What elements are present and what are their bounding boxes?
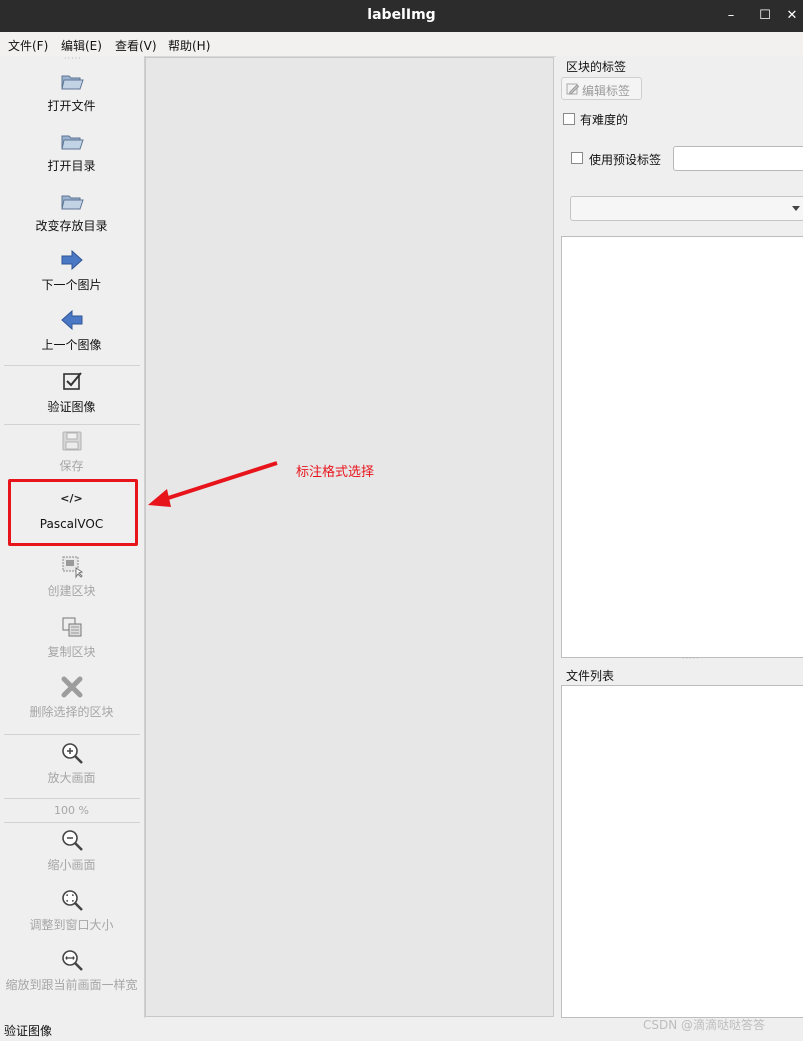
change-save-dir-button[interactable]: 改变存放目录 xyxy=(0,188,143,234)
save-label: 保存 xyxy=(59,459,84,473)
arrow-left-icon xyxy=(60,309,82,331)
edit-label-text: 编辑标签 xyxy=(582,84,631,98)
pencil-icon xyxy=(566,83,580,95)
fit-window-button[interactable]: 调整到窗口大小 xyxy=(0,887,143,933)
create-box-button[interactable]: 创建区块 xyxy=(0,553,143,599)
annotation-arrow-icon xyxy=(148,461,278,507)
toolbar-separator xyxy=(4,424,140,425)
default-label-input[interactable] xyxy=(673,146,803,171)
zoom-in-label: 放大画面 xyxy=(47,771,96,785)
save-icon xyxy=(62,431,81,451)
open-file-button[interactable]: 打开文件 xyxy=(0,68,143,114)
use-default-label-text: 使用预设标签 xyxy=(589,153,662,167)
copy-box-button[interactable]: 复制区块 xyxy=(0,614,143,660)
file-list[interactable] xyxy=(561,685,803,1018)
difficult-checkbox[interactable] xyxy=(563,113,575,125)
verify-image-label: 验证图像 xyxy=(47,400,96,414)
menu-bar: 文件(F) 编辑(E) 查看(V) 帮助(H) xyxy=(0,32,803,57)
toolbar-separator xyxy=(4,365,140,366)
folder-open-icon xyxy=(60,195,84,210)
image-canvas[interactable] xyxy=(145,57,554,1017)
prev-image-button[interactable]: 上一个图像 xyxy=(0,307,143,353)
zoom-out-icon xyxy=(61,830,83,851)
fit-width-label: 缩放到跟当前画面一样宽 xyxy=(5,978,138,992)
toolbar-separator xyxy=(4,822,140,823)
fit-window-label: 调整到窗口大小 xyxy=(29,918,114,932)
minimize-button[interactable]: – xyxy=(721,6,741,26)
copy-box-icon xyxy=(62,617,81,637)
copy-box-label: 复制区块 xyxy=(47,645,96,659)
next-image-button[interactable]: 下一个图片 xyxy=(0,247,143,293)
menu-edit[interactable]: 编辑(E) xyxy=(61,37,102,54)
menu-view[interactable]: 查看(V) xyxy=(115,37,157,54)
status-text: 验证图像 xyxy=(4,1024,53,1038)
open-dir-label: 打开目录 xyxy=(47,159,96,173)
folder-open-icon xyxy=(60,135,84,150)
annotation-text: 标注格式选择 xyxy=(296,465,375,480)
dock-splitter-icon[interactable]: ····· xyxy=(682,654,700,663)
fit-width-icon xyxy=(61,950,83,971)
change-save-dir-label: 改变存放目录 xyxy=(35,219,108,233)
fit-width-button[interactable]: 缩放到跟当前画面一样宽 xyxy=(0,947,143,993)
toolbar-separator xyxy=(4,734,140,735)
file-list-title: 文件列表 xyxy=(566,669,615,683)
title-bar: labelImg – ☐ ✕ xyxy=(0,0,803,32)
use-default-label-checkbox[interactable] xyxy=(571,152,583,164)
zoom-out-button[interactable]: 缩小画面 xyxy=(0,827,143,873)
window-title: labelImg xyxy=(367,7,436,23)
zoom-spinbox[interactable]: 100 % xyxy=(0,804,143,820)
fit-window-icon xyxy=(61,890,83,911)
chevron-down-icon xyxy=(792,206,800,211)
folder-open-icon xyxy=(60,75,84,90)
save-button[interactable]: 保存 xyxy=(0,428,143,474)
menu-help[interactable]: 帮助(H) xyxy=(168,37,210,54)
menu-file[interactable]: 文件(F) xyxy=(8,37,48,54)
create-box-icon xyxy=(62,556,83,579)
delete-box-label: 删除选择的区块 xyxy=(29,705,114,719)
zoom-in-button[interactable]: 放大画面 xyxy=(0,740,143,786)
delete-x-icon xyxy=(61,676,82,698)
edit-label-button[interactable]: 编辑标签 xyxy=(561,77,642,100)
delete-box-button[interactable]: 删除选择的区块 xyxy=(0,674,143,720)
label-panel-title: 区块的标签 xyxy=(566,60,627,74)
difficult-label: 有难度的 xyxy=(580,113,629,127)
arrow-right-icon xyxy=(61,249,83,271)
close-button[interactable]: ✕ xyxy=(782,6,802,26)
prev-image-label: 上一个图像 xyxy=(41,338,102,352)
open-dir-button[interactable]: 打开目录 xyxy=(0,128,143,174)
watermark: CSDN @滴滴哒哒答答 xyxy=(643,1018,766,1032)
format-highlight-box xyxy=(8,479,138,546)
label-list[interactable] xyxy=(561,236,803,658)
toolbar-separator xyxy=(4,798,140,799)
zoom-out-label: 缩小画面 xyxy=(47,858,96,872)
open-file-label: 打开文件 xyxy=(47,99,96,113)
next-image-label: 下一个图片 xyxy=(41,278,102,292)
maximize-button[interactable]: ☐ xyxy=(755,6,775,26)
checkbox-icon xyxy=(62,372,82,390)
create-box-label: 创建区块 xyxy=(47,584,96,598)
verify-image-button[interactable]: 验证图像 xyxy=(0,369,143,415)
zoom-in-icon xyxy=(61,743,83,764)
toolbar-grip-icon[interactable]: ····· xyxy=(64,54,82,63)
label-combo[interactable] xyxy=(570,196,803,221)
